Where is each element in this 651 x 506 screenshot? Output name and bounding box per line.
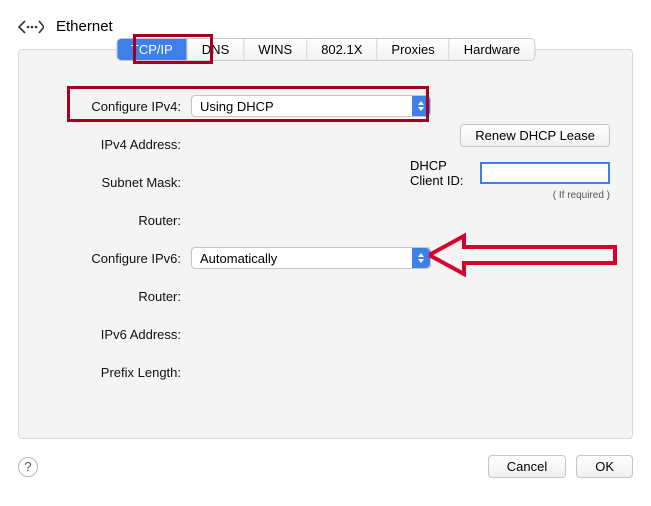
footer-buttons: Cancel OK [488,455,633,478]
header-bar: Ethernet [18,18,633,35]
label-ipv6-address: IPv6 Address: [41,327,191,342]
label-ipv4-router: Router: [41,213,191,228]
help-icon[interactable]: ? [18,457,38,477]
tab-tcpip[interactable]: TCP/IP [117,39,188,60]
ok-button[interactable]: OK [576,455,633,478]
tab-hardware[interactable]: Hardware [450,39,534,60]
tab-bar: TCP/IP DNS WINS 802.1X Proxies Hardware [116,38,535,61]
label-ipv6-router: Router: [41,289,191,304]
back-icon[interactable] [18,19,44,35]
label-dhcp-client-id: DHCP Client ID: [410,158,472,188]
select-configure-ipv6[interactable]: Automatically [191,247,431,269]
renew-dhcp-button[interactable]: Renew DHCP Lease [460,124,610,147]
chevrons-icon [412,96,430,116]
row-ipv6-router: Router: [41,284,610,308]
cancel-button[interactable]: Cancel [488,455,566,478]
label-prefix-length: Prefix Length: [41,365,191,380]
page-title: Ethernet [56,18,113,35]
select-configure-ipv4[interactable]: Using DHCP [191,95,431,117]
label-ipv4-address: IPv4 Address: [41,137,191,152]
footer: ? Cancel OK [18,455,633,478]
dhcp-client-id-input[interactable] [480,162,610,184]
label-configure-ipv6: Configure IPv6: [41,251,191,266]
hint-if-required: ( If required ) [410,190,610,201]
row-prefix-length: Prefix Length: [41,360,610,384]
row-ipv6-address: IPv6 Address: [41,322,610,346]
tab-8021x[interactable]: 802.1X [307,39,377,60]
select-value-ipv6: Automatically [200,251,277,266]
settings-panel: TCP/IP DNS WINS 802.1X Proxies Hardware … [18,49,633,439]
row-ipv4-router: Router: [41,208,610,232]
select-value-ipv4: Using DHCP [200,99,274,114]
label-configure-ipv4: Configure IPv4: [41,99,191,114]
tab-dns[interactable]: DNS [188,39,244,60]
row-configure-ipv4: Configure IPv4: Using DHCP [41,94,610,118]
label-subnet-mask: Subnet Mask: [41,175,191,190]
row-dhcp-client-id: DHCP Client ID: [410,158,610,188]
tab-wins[interactable]: WINS [244,39,307,60]
chevrons-icon [412,248,430,268]
tab-proxies[interactable]: Proxies [377,39,449,60]
right-column: Renew DHCP Lease DHCP Client ID: ( If re… [410,124,610,201]
row-configure-ipv6: Configure IPv6: Automatically [41,246,610,270]
